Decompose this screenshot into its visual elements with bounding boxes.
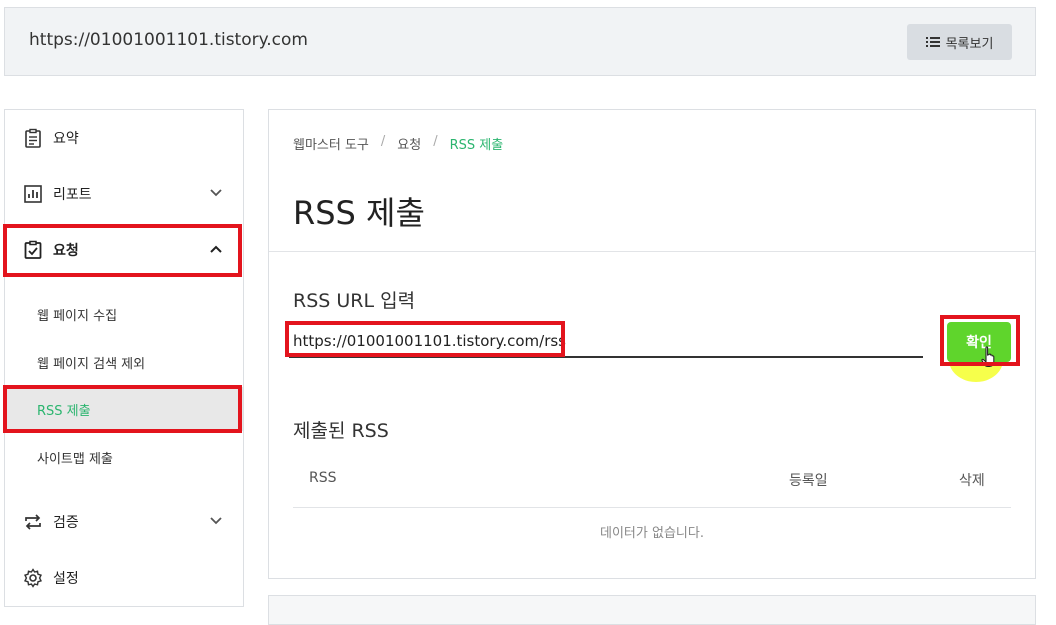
confirm-button[interactable]: 확인 xyxy=(947,322,1011,362)
sidebar-subitem-rss-submit[interactable]: RSS 제출 xyxy=(5,387,243,431)
gear-icon xyxy=(23,568,43,588)
column-header-rss: RSS xyxy=(309,470,337,486)
sidebar-item-label: 설정 xyxy=(53,571,79,587)
breadcrumb-item[interactable]: 요청 xyxy=(397,134,421,153)
breadcrumb-current: RSS 제출 xyxy=(449,138,504,153)
sidebar-subitem-label: RSS 제출 xyxy=(37,403,91,419)
hand-cursor-icon xyxy=(981,346,995,368)
table-header: RSS 등록일 삭제 xyxy=(293,462,1011,508)
breadcrumb: 웹마스터 도구 / 요청 / RSS 제출 xyxy=(293,134,503,153)
sidebar-item-label: 리포트 xyxy=(53,187,92,203)
site-url: https://01001001101.tistory.com xyxy=(29,30,308,50)
list-icon xyxy=(925,37,940,47)
main-panel: 웹마스터 도구 / 요청 / RSS 제출 RSS 제출 RSS URL 입력 … xyxy=(268,109,1036,579)
sidebar-subitem-page-collect[interactable]: 웹 페이지 수집 xyxy=(5,292,243,336)
sidebar-item-request[interactable]: 요청 xyxy=(5,222,243,278)
rss-url-input[interactable] xyxy=(289,326,923,358)
bar-chart-icon xyxy=(23,184,43,204)
sidebar-subitem-label: 웹 페이지 수집 xyxy=(37,308,118,324)
checklist-icon xyxy=(23,240,43,260)
clipboard-icon xyxy=(23,128,43,148)
sidebar-subitem-label: 사이트맵 제출 xyxy=(37,451,113,467)
swap-arrows-icon xyxy=(23,512,43,532)
sidebar-item-verify[interactable]: 검증 xyxy=(5,494,243,550)
rss-url-label: RSS URL 입력 xyxy=(293,290,416,312)
sidebar-item-label: 검증 xyxy=(53,515,79,531)
submitted-rss-label: 제출된 RSS xyxy=(293,420,389,442)
sidebar-item-settings[interactable]: 설정 xyxy=(5,550,243,606)
column-header-date: 등록일 xyxy=(789,473,828,489)
column-header-delete: 삭제 xyxy=(959,473,985,489)
chevron-up-icon xyxy=(210,245,222,253)
sidebar-subitem-page-exclude[interactable]: 웹 페이지 검색 제외 xyxy=(5,340,243,384)
sidebar-item-label: 요청 xyxy=(53,243,79,259)
empty-table-message: 데이터가 없습니다. xyxy=(600,526,704,541)
list-view-button[interactable]: 목록보기 xyxy=(907,24,1012,60)
breadcrumb-separator: / xyxy=(433,134,438,149)
chevron-down-icon xyxy=(210,517,222,525)
page-title: RSS 제출 xyxy=(293,194,425,232)
top-bar: https://01001001101.tistory.com 목록보기 xyxy=(4,7,1036,76)
sidebar-item-label: 요약 xyxy=(53,131,79,147)
bottom-panel xyxy=(268,595,1036,625)
sidebar-item-report[interactable]: 리포트 xyxy=(5,166,243,222)
divider xyxy=(269,251,1035,252)
sidebar-subitem-label: 웹 페이지 검색 제외 xyxy=(37,356,146,372)
chevron-down-icon xyxy=(210,189,222,197)
list-view-label: 목록보기 xyxy=(945,36,994,52)
sidebar-subitem-sitemap-submit[interactable]: 사이트맵 제출 xyxy=(5,435,243,479)
sidebar: 요약 리포트 요청 웹 페이지 수집 웹 페이지 검색 제외 RSS 제출 사이… xyxy=(4,109,244,607)
sidebar-item-summary[interactable]: 요약 xyxy=(5,110,243,166)
breadcrumb-item[interactable]: 웹마스터 도구 xyxy=(293,134,369,153)
breadcrumb-separator: / xyxy=(380,134,386,149)
